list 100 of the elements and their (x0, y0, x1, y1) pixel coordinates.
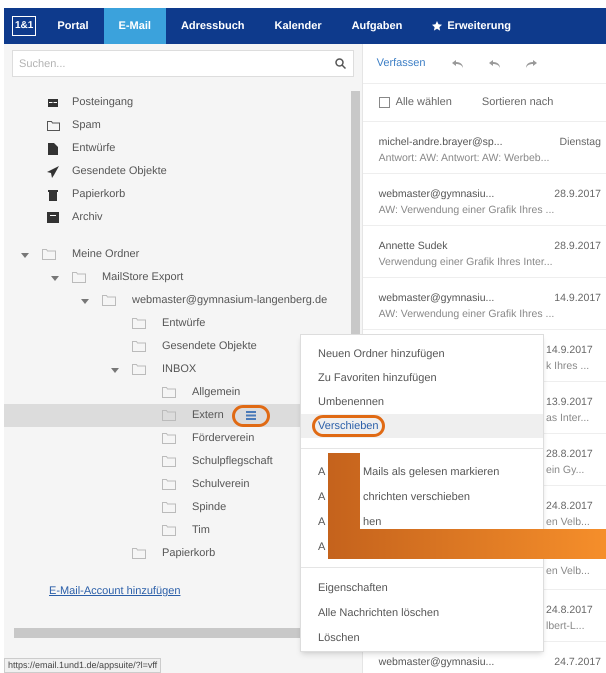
folder-icon (162, 410, 176, 421)
folder-icon (132, 318, 146, 329)
folder-item[interactable]: Gesendete Objekte (4, 160, 351, 183)
menu-item[interactable]: Neuen Ordner hinzufügen (301, 342, 543, 366)
nav-tab[interactable]: Kalender (260, 8, 337, 44)
message-date: 13.9.2017 (546, 395, 594, 410)
message-date: 14.9.2017 (546, 343, 594, 358)
folder-icon (132, 548, 146, 559)
folder-label: Meine Ordner (72, 247, 140, 262)
message-date: 24.8.2017 (546, 603, 594, 618)
nav-tab[interactable]: Aufgaben (336, 8, 418, 44)
folder-label: Entwürfe (162, 316, 206, 332)
caret-icon[interactable] (51, 274, 59, 282)
folder-icon (102, 295, 116, 306)
menu-icon (246, 411, 256, 420)
menu-item[interactable]: Zu Favoriten hinzufügen (301, 366, 543, 390)
add-account-link[interactable]: E-Mail-Account hinzufügen (49, 583, 180, 600)
caret-icon[interactable] (21, 250, 29, 258)
folder-icon (162, 387, 176, 398)
folder-tree-item[interactable]: Meine Ordner (4, 243, 351, 266)
folder-label: Gesendete Objekte (162, 339, 257, 354)
folder-icon (162, 479, 176, 490)
folder-label: Tim (192, 523, 210, 538)
reply-icon[interactable] (452, 60, 463, 68)
message-subject: Verwendung einer Grafik Ihres Inter... (378, 254, 554, 270)
folder-label: webmaster@gymnasium-langenberg.de (132, 293, 328, 308)
menu-item[interactable]: A hen (318, 516, 382, 529)
trash-icon (48, 188, 58, 200)
message-date: 28.8.2017 (546, 447, 594, 462)
message-row[interactable]: webmaster@gymnasiu... AW: Verwendung einer Grafik Ihres ... 28.9.2017 (362, 174, 606, 226)
message-subject: as Inter... (546, 410, 590, 426)
message-row[interactable]: webmaster@gymnasiu... AW: Verwendung einer Grafik Ihres ... 14.9.2017 (362, 278, 606, 330)
menu-item[interactable]: A chrichten verschieben (318, 491, 470, 504)
forward-icon[interactable] (526, 60, 537, 68)
menu-item[interactable]: A (318, 541, 326, 554)
folder-item[interactable]: Spam (4, 114, 351, 137)
folder-icon (72, 272, 86, 283)
inbox-icon (47, 98, 59, 108)
caret-icon[interactable] (111, 366, 119, 374)
message-sender: Annette Sudek (378, 239, 448, 254)
message-subject: Antwort: AW: Antwort: AW: Werbeb... (378, 150, 550, 166)
menu-item[interactable]: Eigenschaften (301, 576, 543, 601)
message-subject: en Velb... (546, 564, 591, 579)
folder-item[interactable]: Papierkorb (4, 183, 351, 206)
folder-label: Allgemein (192, 385, 240, 400)
message-subject: k Ihres ... (546, 358, 590, 374)
folder-label: Spinde (192, 500, 226, 516)
folder-icon (46, 120, 60, 130)
message-sender: michel-andre.brayer@sp... (378, 135, 504, 150)
archive-icon (47, 212, 59, 223)
select-all-checkbox[interactable] (378, 97, 390, 108)
caret-icon[interactable] (81, 296, 89, 304)
folder-icon (162, 502, 176, 513)
folder-icon (162, 525, 176, 536)
folder-tree-item[interactable]: MailStore Export (4, 266, 351, 289)
compose-link[interactable]: Verfassen (376, 55, 426, 72)
folder-item[interactable]: Posteingang (4, 91, 351, 114)
message-sender: webmaster@gymnasiu... (378, 655, 496, 670)
nav-tab[interactable]: Portal (42, 8, 104, 44)
star-icon (432, 21, 442, 31)
message-subject: AW: Verwendung einer Grafik Ihres ... (378, 202, 554, 218)
folder-label: Papierkorb (162, 546, 216, 562)
folder-item[interactable]: Archiv (4, 206, 351, 229)
message-sender: webmaster@gymnasiu... (378, 291, 496, 306)
menu-item[interactable]: Alle Nachrichten löschen (301, 601, 543, 626)
folder-label: Schulpflegschaft (192, 454, 273, 470)
folder-tree-item[interactable]: Entwürfe (4, 312, 351, 335)
message-date: 28.9.2017 (554, 239, 601, 254)
folder-menu-button[interactable] (232, 404, 270, 426)
paper-plane-icon (47, 166, 59, 178)
file-icon (48, 142, 58, 154)
folder-icon (132, 341, 146, 352)
menu-item[interactable]: Verschieben (301, 414, 543, 438)
search-field[interactable]: Suchen... (12, 50, 354, 77)
message-date: 28.9.2017 (554, 187, 601, 202)
folder-label: Schulverein (192, 477, 250, 492)
message-sender: webmaster@gymnasiu... (378, 187, 496, 202)
message-subject: ein Gy... (546, 462, 586, 478)
message-date: 14.9.2017 (554, 291, 601, 306)
folder-icon (42, 249, 56, 260)
message-date: 24.8.2017 (546, 499, 594, 514)
menu-item[interactable]: Löschen (301, 626, 543, 651)
message-row[interactable]: michel-andre.brayer@sp... Antwort: AW: Antwort: AW: Werbeb... Dienstag (362, 122, 606, 174)
message-row[interactable]: Annette Sudek Verwendung einer Grafik Ihres Inter... 28.9.2017 (362, 226, 606, 278)
sort-dropdown[interactable]: Sortieren nach (482, 94, 554, 111)
message-subject: en Velb... (546, 514, 591, 530)
menu-item[interactable]: A Mails als gelesen markieren (318, 466, 500, 479)
folder-label: Förderverein (192, 431, 254, 446)
message-subject: lbert-L... (546, 618, 586, 634)
folder-tree-item[interactable]: webmaster@gymnasium-langenberg.de (4, 289, 351, 312)
search-icon (334, 58, 346, 69)
folder-icon (162, 456, 176, 467)
nav-tab[interactable]: Erweiterung (417, 8, 526, 44)
nav-tab[interactable]: Adressbuch (166, 8, 260, 44)
logo[interactable]: 1&1 (12, 16, 36, 36)
message-subject: AW: Verwendung einer Grafik Ihres ... (378, 306, 554, 322)
message-date: 24.7.2017 (554, 655, 601, 670)
reply-all-icon[interactable] (488, 60, 500, 68)
select-all-label: Alle wählen (396, 95, 452, 110)
folder-item[interactable]: Entwürfe (4, 137, 351, 160)
